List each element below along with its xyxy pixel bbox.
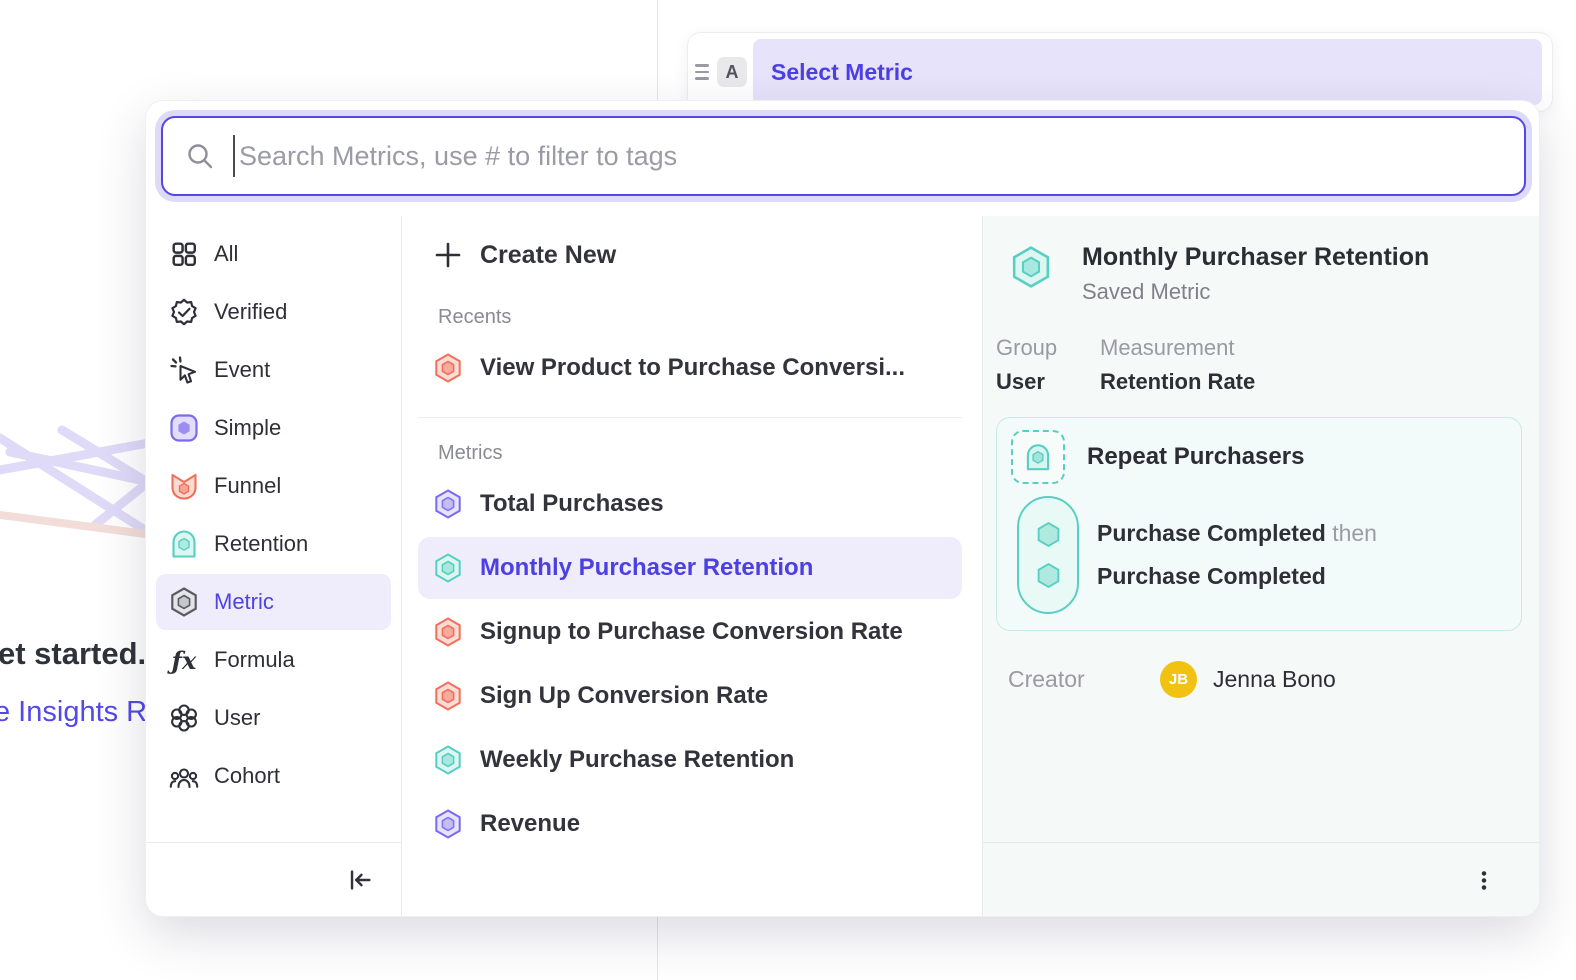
meta-label-measurement: Measurement	[1100, 335, 1255, 361]
select-metric-label: Select Metric	[771, 59, 913, 86]
cursor-click-icon	[168, 354, 200, 386]
metrics-section-label: Metrics	[438, 442, 982, 465]
definition-step: Purchase Completed then	[1097, 520, 1377, 547]
list-item-label: Sign Up Conversion Rate	[480, 682, 768, 710]
detail-subtitle: Saved Metric	[1082, 279, 1429, 305]
retention-metric-hexagon-icon	[432, 744, 464, 776]
definition-step: Purchase Completed	[1097, 563, 1377, 590]
category-sidebar: All Verified	[146, 216, 401, 916]
sidebar-item-label: Cohort	[214, 763, 280, 789]
funnel-metric-hexagon-icon	[432, 352, 464, 384]
meta-value-group: User	[996, 369, 1074, 395]
recents-section-label: Recents	[438, 306, 982, 329]
list-item-weekly-purchase-retention[interactable]: Weekly Purchase Retention	[418, 729, 962, 791]
step-connector: then	[1332, 520, 1377, 546]
background-heading-fragment: et started.	[0, 636, 146, 672]
search-input[interactable]: Search Metrics, use # to filter to tags	[161, 116, 1526, 196]
sidebar-item-label: Simple	[214, 415, 281, 441]
list-item-label: Revenue	[480, 810, 580, 838]
list-item-revenue[interactable]: Revenue	[418, 793, 962, 855]
definition-card: Repeat Purchasers Purchase Completed	[996, 417, 1522, 631]
simple-metric-icon	[168, 412, 200, 444]
sidebar-item-label: Event	[214, 357, 270, 383]
creator-row: Creator JB Jenna Bono	[1008, 661, 1520, 698]
sidebar-item-cohort[interactable]: Cohort	[156, 748, 391, 804]
sidebar-item-retention[interactable]: Retention	[156, 516, 391, 572]
retention-metric-hexagon-icon	[1008, 244, 1054, 290]
plus-icon	[432, 239, 464, 271]
create-new-label: Create New	[480, 241, 616, 270]
sidebar-item-metric[interactable]: Metric	[156, 574, 391, 630]
funnel-metric-hexagon-icon	[432, 616, 464, 648]
detail-footer	[983, 842, 1539, 916]
list-item-monthly-purchaser-retention[interactable]: Monthly Purchaser Retention	[418, 537, 962, 599]
retention-icon	[168, 528, 200, 560]
list-item-total-purchases[interactable]: Total Purchases	[418, 473, 962, 535]
sidebar-item-label: All	[214, 241, 238, 267]
list-item-label: Weekly Purchase Retention	[480, 746, 794, 774]
funnel-icon	[168, 470, 200, 502]
sidebar-item-formula[interactable]: ƒx Formula	[156, 632, 391, 688]
cohort-icon	[168, 760, 200, 792]
retention-definition-icon	[1011, 430, 1065, 484]
grid-icon	[168, 238, 200, 270]
metric-hexagon-icon	[168, 586, 200, 618]
definition-name: Repeat Purchasers	[1087, 443, 1304, 471]
metric-list: Create New Recents View Product to Purch…	[401, 216, 982, 916]
creator-name: Jenna Bono	[1213, 666, 1336, 693]
metric-detail-panel: Monthly Purchaser Retention Saved Metric…	[982, 216, 1539, 916]
detail-title: Monthly Purchaser Retention	[1082, 242, 1429, 273]
sidebar-item-verified[interactable]: Verified	[156, 284, 391, 340]
sidebar-item-label: Funnel	[214, 473, 281, 499]
verified-badge-icon	[168, 296, 200, 328]
background-link-fragment[interactable]: e Insights Re	[0, 696, 163, 729]
sidebar-footer	[146, 842, 401, 916]
meta-value-measurement: Retention Rate	[1100, 369, 1255, 395]
simple-metric-hexagon-icon	[432, 488, 464, 520]
drag-handle-icon[interactable]	[695, 64, 709, 80]
list-item-label: View Product to Purchase Conversi...	[480, 354, 905, 382]
list-item-signup-to-purchase-conversion-rate[interactable]: Signup to Purchase Conversion Rate	[418, 601, 962, 663]
list-item-label: Total Purchases	[480, 490, 664, 518]
search-icon	[185, 141, 215, 171]
search-placeholder: Search Metrics, use # to filter to tags	[239, 141, 677, 172]
formula-icon: ƒx	[168, 644, 200, 676]
user-cluster-icon	[168, 702, 200, 734]
create-new-button[interactable]: Create New	[418, 228, 962, 282]
list-divider	[418, 417, 962, 418]
list-item-label: Monthly Purchaser Retention	[480, 554, 813, 582]
creator-label: Creator	[1008, 666, 1160, 693]
list-item-sign-up-conversion-rate[interactable]: Sign Up Conversion Rate	[418, 665, 962, 727]
retention-metric-hexagon-icon	[432, 552, 464, 584]
sidebar-item-label: Metric	[214, 589, 274, 615]
sidebar-item-label: User	[214, 705, 260, 731]
event-hexagon-icon	[1035, 521, 1062, 548]
sidebar-item-event[interactable]: Event	[156, 342, 391, 398]
select-metric-button[interactable]: Select Metric	[753, 39, 1542, 105]
simple-metric-hexagon-icon	[432, 808, 464, 840]
event-hexagon-icon	[1035, 562, 1062, 589]
sidebar-item-funnel[interactable]: Funnel	[156, 458, 391, 514]
creator-avatar: JB	[1160, 661, 1197, 698]
sidebar-item-label: Verified	[214, 299, 287, 325]
sidebar-item-all[interactable]: All	[156, 226, 391, 282]
list-item-recent[interactable]: View Product to Purchase Conversi...	[418, 337, 962, 399]
list-item-label: Signup to Purchase Conversion Rate	[480, 618, 903, 646]
text-cursor	[233, 135, 235, 177]
sidebar-item-user[interactable]: User	[156, 690, 391, 746]
sidebar-item-label: Retention	[214, 531, 308, 557]
kebab-menu-icon[interactable]	[1469, 864, 1499, 896]
detail-meta: Group User Measurement Retention Rate	[996, 335, 1520, 395]
metric-picker-modal: Search Metrics, use # to filter to tags …	[145, 100, 1540, 917]
sidebar-item-simple[interactable]: Simple	[156, 400, 391, 456]
meta-label-group: Group	[996, 335, 1074, 361]
series-a-badge: A	[717, 57, 747, 87]
funnel-metric-hexagon-icon	[432, 680, 464, 712]
collapse-left-icon[interactable]	[345, 865, 375, 895]
event-sequence-capsule	[1017, 496, 1079, 614]
sidebar-item-label: Formula	[214, 647, 295, 673]
